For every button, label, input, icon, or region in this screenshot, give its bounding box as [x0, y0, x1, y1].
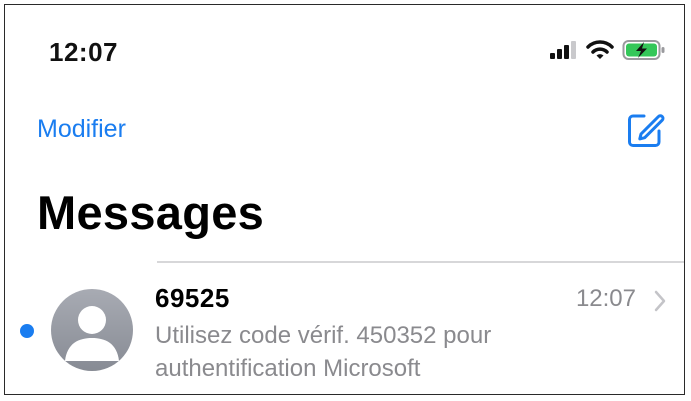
battery-charging-icon: [622, 40, 665, 60]
cellular-signal-icon: [550, 41, 576, 59]
conversation-row[interactable]: 69525 12:07 Utilisez code vérif. 450352 …: [5, 267, 684, 392]
preview-line-2: authentification Microsoft: [155, 355, 421, 382]
navigation-bar: Modifier: [5, 105, 684, 161]
page-title: Messages: [37, 186, 265, 239]
chevron-right-icon: [654, 290, 666, 312]
unread-indicator: [20, 324, 34, 338]
status-icons: [548, 39, 666, 61]
edit-button[interactable]: Modifier: [37, 115, 126, 144]
conversation-sender: 69525: [155, 283, 230, 313]
status-bar: 12:07: [5, 5, 684, 85]
phone-screen: 12:07 Modifier Messages 69525 12:07 Util…: [4, 4, 685, 395]
avatar: [51, 289, 133, 371]
list-divider: [157, 261, 684, 263]
conversation-time: 12:07: [575, 285, 636, 312]
wifi-icon: [586, 40, 614, 59]
status-time: 12:07: [49, 37, 118, 67]
compose-icon[interactable]: [624, 109, 666, 151]
preview-line-1: Utilisez code vérif. 450352 pour: [155, 322, 492, 349]
message-preview: Utilisez code vérif. 450352 pour authent…: [155, 319, 575, 385]
person-icon: [65, 306, 119, 361]
